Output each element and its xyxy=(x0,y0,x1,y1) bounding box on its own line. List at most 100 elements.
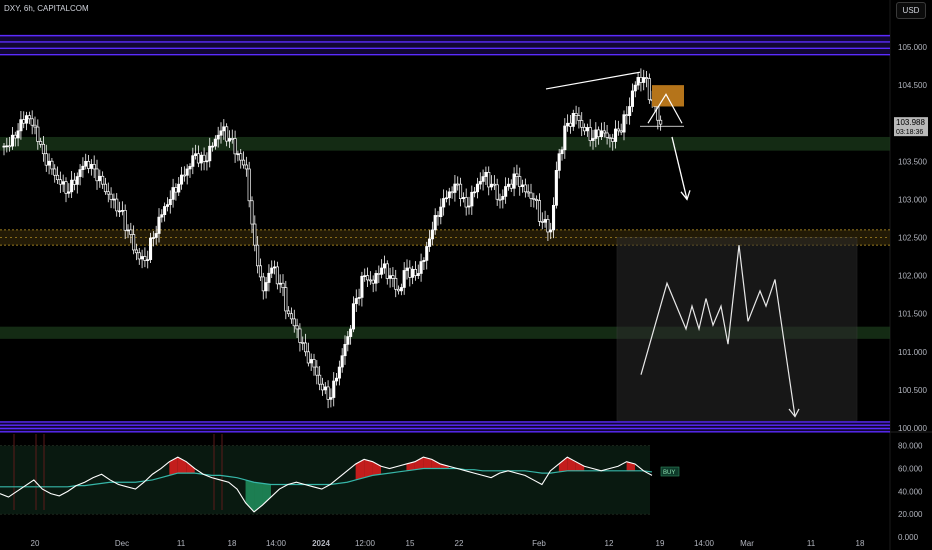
candle-up xyxy=(473,191,477,194)
candle-up xyxy=(19,119,23,132)
candle-up xyxy=(506,183,511,187)
candle-down xyxy=(275,266,279,285)
candle-up xyxy=(416,273,420,276)
indicator-pane: BUY 80.000 60.000 40.000 20.000 0.000 xyxy=(0,434,923,542)
candle-down xyxy=(391,275,395,279)
candle-up xyxy=(594,129,598,139)
candle-up xyxy=(112,198,116,201)
candle-up xyxy=(98,175,102,182)
buy-badge-label: BUY xyxy=(663,470,675,476)
candle-down xyxy=(86,160,91,169)
candle-down xyxy=(72,179,77,185)
price-axis[interactable]: 105.000104.500104.000103.500103.000102.5… xyxy=(894,43,928,433)
price-tick-label: 101.500 xyxy=(898,310,927,319)
candle-up xyxy=(160,214,164,218)
candle-down xyxy=(92,164,96,170)
candle-down xyxy=(284,287,288,312)
candle-up xyxy=(340,355,344,368)
indicator-tick-label: 20.000 xyxy=(898,510,923,519)
candle-up xyxy=(5,145,9,148)
price-tick-label: 100.500 xyxy=(898,386,927,395)
candle-up xyxy=(67,191,71,194)
candle-down xyxy=(320,383,325,391)
candle-down xyxy=(230,138,234,140)
candle-up xyxy=(346,336,350,345)
candle-up xyxy=(323,386,327,391)
candle-up xyxy=(24,115,29,124)
candle-up xyxy=(84,160,88,167)
candle-up xyxy=(622,114,626,133)
candle-up xyxy=(157,216,161,234)
candle-down xyxy=(365,275,370,281)
candle-down xyxy=(64,181,68,194)
candle-up xyxy=(148,237,153,260)
candle-up xyxy=(332,380,336,398)
candle-up xyxy=(551,204,556,231)
candle-down xyxy=(518,176,522,187)
candle-up xyxy=(419,261,423,274)
candle-up xyxy=(120,210,124,212)
candle-up xyxy=(117,210,122,213)
candle-up xyxy=(478,181,482,185)
candle-up xyxy=(630,90,635,107)
candle-down xyxy=(602,130,606,134)
price-tick-label: 102.000 xyxy=(898,272,927,281)
candle-up xyxy=(337,366,341,379)
candle-down xyxy=(588,127,592,141)
time-tick-label: 2024 xyxy=(312,539,330,548)
candle-down xyxy=(13,134,17,139)
candle-down xyxy=(258,265,263,278)
candle-up xyxy=(453,183,457,193)
candle-down xyxy=(385,263,389,279)
rsi-band xyxy=(0,445,650,515)
candle-up xyxy=(236,153,240,156)
time-tick-label: Feb xyxy=(532,539,546,548)
chart-canvas[interactable]: 105.000104.500104.000103.500103.000102.5… xyxy=(0,0,932,550)
time-axis[interactable]: 20 Dec 11 18 14:00 2024 12:00 15 22 Feb 12 19 14:00 M… xyxy=(31,539,865,548)
candle-down xyxy=(143,256,147,261)
candle-down xyxy=(436,215,440,218)
indicator-tick-label: 0.000 xyxy=(898,533,919,542)
candle-down xyxy=(109,193,113,200)
candle-down xyxy=(639,77,643,83)
candle-down xyxy=(515,173,519,177)
time-tick-label: Mar xyxy=(740,539,754,548)
candle-down xyxy=(33,124,37,128)
candle-down xyxy=(295,325,299,330)
candle-up xyxy=(81,165,85,170)
candle-down xyxy=(50,160,54,170)
candle-up xyxy=(61,181,65,185)
candle-up xyxy=(557,153,561,171)
candle-up xyxy=(405,267,409,271)
candle-up xyxy=(380,267,384,275)
candle-down xyxy=(616,128,620,132)
candle-up xyxy=(633,84,637,92)
time-tick-label: 18 xyxy=(228,539,237,548)
candle-up xyxy=(270,267,274,274)
price-tick-label: 104.500 xyxy=(898,81,927,90)
candle-up xyxy=(194,153,198,157)
time-tick-label: 22 xyxy=(455,539,464,548)
candle-down xyxy=(509,183,513,189)
symbol-title[interactable]: DXY, 6h, CAPITALCOM xyxy=(4,4,89,13)
candle-up xyxy=(267,272,271,283)
candle-down xyxy=(137,252,141,260)
candle-down xyxy=(535,199,539,201)
currency-button[interactable]: USD xyxy=(896,2,926,19)
candle-up xyxy=(571,112,575,127)
candle-down xyxy=(101,175,105,185)
candle-up xyxy=(470,191,474,207)
candle-up xyxy=(501,196,505,200)
candle-up xyxy=(585,127,589,132)
candle-down xyxy=(318,374,322,385)
candle-down xyxy=(30,118,34,126)
price-tick-label: 105.000 xyxy=(898,43,927,52)
candle-down xyxy=(597,129,601,138)
candle-down xyxy=(371,279,375,284)
candle-down xyxy=(95,168,99,182)
candle-down xyxy=(396,288,401,292)
candle-up xyxy=(309,359,313,364)
candle-up xyxy=(171,187,175,200)
candle-down xyxy=(244,164,248,170)
candle-down xyxy=(253,223,257,246)
